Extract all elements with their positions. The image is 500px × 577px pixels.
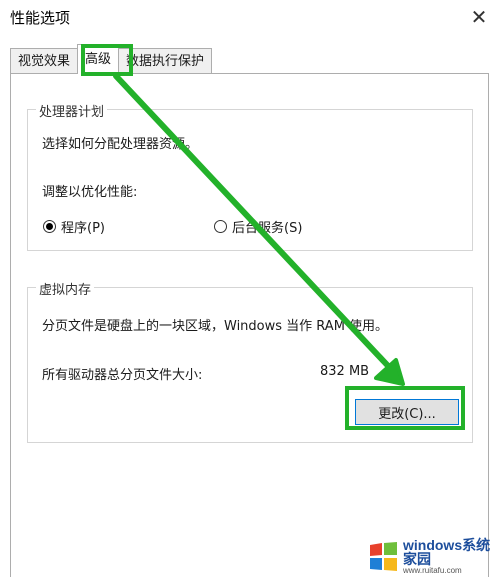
tab-page-advanced: 处理器计划 选择如何分配处理器资源。 调整以优化性能: 程序(P) 后台服务(S… — [10, 73, 489, 577]
radio-background-services-label: 后台服务(S) — [232, 221, 303, 236]
close-icon[interactable]: ✕ — [464, 2, 494, 32]
tab-strip: 视觉效果 高级 数据执行保护 — [10, 44, 213, 74]
watermark: windows系统家园 www.ruitafu.com — [366, 538, 496, 576]
processor-scheduling-legend: 处理器计划 — [36, 101, 108, 120]
virtual-memory-legend: 虚拟内存 — [36, 279, 95, 298]
total-paging-size-value: 832 MB — [320, 364, 370, 379]
watermark-brand: windows系统家园 — [403, 537, 491, 567]
total-paging-size-label: 所有驱动器总分页文件大小: — [42, 368, 203, 383]
change-button[interactable]: 更改(C)... — [355, 399, 459, 425]
radio-background-services[interactable]: 后台服务(S) — [214, 217, 302, 236]
virtual-memory-group: 虚拟内存 分页文件是硬盘上的一块区域，Windows 当作 RAM 使用。 所有… — [27, 279, 473, 443]
window-title: 性能选项 — [10, 9, 71, 27]
processor-scheduling-group: 处理器计划 选择如何分配处理器资源。 调整以优化性能: 程序(P) 后台服务(S… — [27, 101, 473, 251]
title-bar: 性能选项 ✕ — [0, 0, 500, 36]
tab-visual-effects[interactable]: 视觉效果 — [10, 48, 79, 74]
radio-programs-indicator — [43, 220, 56, 233]
paging-file-description: 分页文件是硬盘上的一块区域，Windows 当作 RAM 使用。 — [42, 319, 389, 334]
windows-logo-icon — [366, 542, 400, 572]
tab-advanced[interactable]: 高级 — [77, 44, 120, 74]
radio-programs[interactable]: 程序(P) — [43, 217, 105, 236]
radio-background-services-indicator — [214, 220, 227, 233]
tab-data-execution-prevention[interactable]: 数据执行保护 — [118, 48, 213, 74]
adjust-for-label: 调整以优化性能: — [42, 185, 138, 200]
watermark-url: www.ruitafu.com — [403, 566, 462, 575]
processor-description: 选择如何分配处理器资源。 — [42, 137, 199, 152]
radio-programs-label: 程序(P) — [61, 221, 105, 236]
watermark-text: windows系统家园 www.ruitafu.com — [403, 538, 496, 576]
